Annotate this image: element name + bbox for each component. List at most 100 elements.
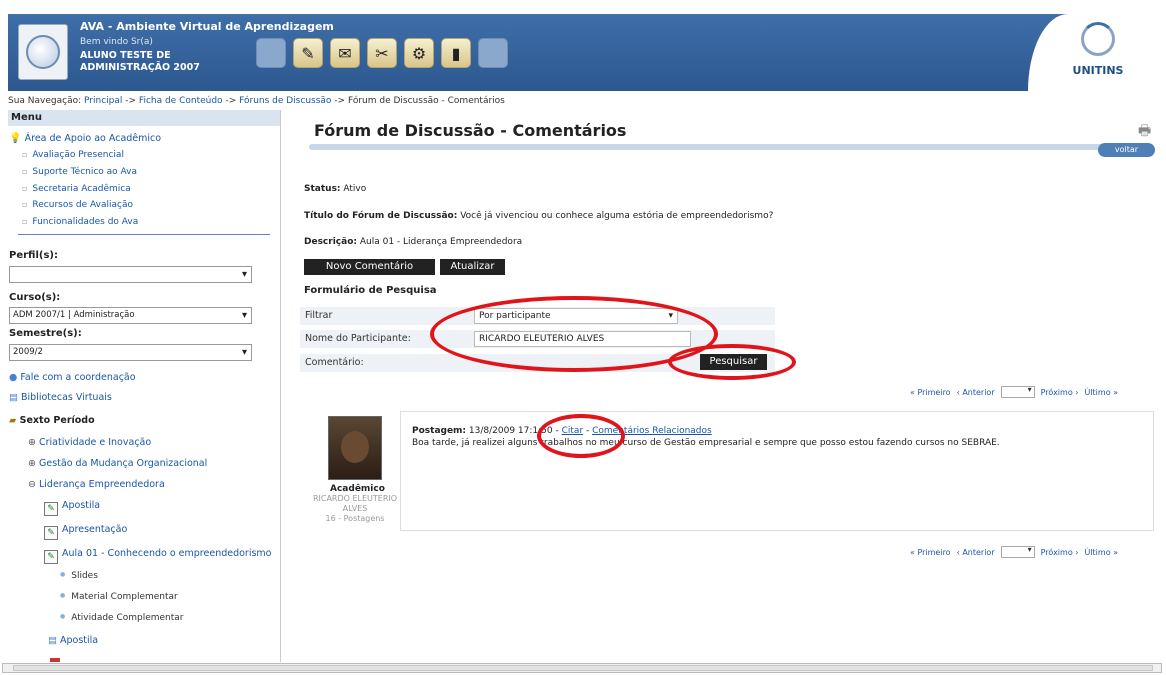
- breadcrumb-item-ficha[interactable]: Ficha de Conteúdo: [139, 96, 223, 106]
- breadcrumb-item-principal[interactable]: Principal: [84, 96, 122, 106]
- item-label: Apresentação: [62, 524, 128, 535]
- post-text: Boa tarde, já realizei alguns trabalhos …: [412, 438, 1000, 448]
- item-aula-01[interactable]: ✎ Aula 01 - Conhecendo o empreendedorismo: [44, 548, 272, 564]
- pager-anterior[interactable]: ‹ Anterior: [957, 388, 995, 397]
- forum-title-label: Título do Fórum de Discussão:: [304, 211, 458, 221]
- bibliotecas-link[interactable]: ▤ Bibliotecas Virtuais: [9, 392, 112, 403]
- fale-label: Fale com a coordenação: [20, 372, 136, 383]
- breadcrumb: Sua Navegação: Principal -> Ficha de Con…: [8, 96, 505, 106]
- post-role: Acadêmico: [330, 484, 385, 494]
- pager-ultimo[interactable]: Último »: [1084, 388, 1118, 397]
- post-label: Postagem:: [412, 426, 467, 436]
- semestre-select[interactable]: 2009/2: [9, 344, 252, 361]
- curso-select[interactable]: ADM 2007/1 | Administração: [9, 307, 252, 324]
- item-apostila-2[interactable]: ▤ Apostila: [48, 635, 98, 646]
- bibliotecas-label: Bibliotecas Virtuais: [21, 392, 112, 403]
- pager-page-select[interactable]: [1000, 545, 1035, 558]
- novo-comentario-button[interactable]: Novo Comentário: [304, 259, 435, 275]
- disciplina-label: Criatividade e Inovação: [39, 437, 152, 448]
- sidebar-item-avaliacao[interactable]: Avaliação Presencial: [22, 150, 124, 160]
- perfil-select[interactable]: [9, 266, 252, 283]
- pager-anterior[interactable]: ‹ Anterior: [957, 548, 995, 557]
- menu-title: Menu: [8, 110, 280, 126]
- aula-item-material[interactable]: Material Complementar: [60, 592, 177, 602]
- periodo-heading: ▰ Sexto Período: [9, 415, 95, 426]
- item-apostila[interactable]: ✎ Apostila: [44, 500, 100, 516]
- sidebar-item-secretaria[interactable]: Secretaria Acadêmica: [22, 184, 130, 194]
- perfil-label: Perfil(s):: [9, 250, 58, 261]
- breadcrumb-prefix: Sua Navegação:: [8, 96, 82, 106]
- status-line: Status: Ativo: [304, 184, 366, 194]
- sidebar: Menu 💡 Área de Apoio ao Acadêmico Avalia…: [8, 110, 281, 662]
- aula-item-atividade[interactable]: Atividade Complementar: [60, 613, 183, 623]
- book-icon[interactable]: ▮: [441, 38, 471, 68]
- atualizar-button[interactable]: Atualizar: [440, 259, 505, 275]
- horizontal-scrollbar[interactable]: [2, 663, 1162, 673]
- print-icon[interactable]: 🖶: [1138, 120, 1151, 144]
- app-header: AVA - Ambiente Virtual de Aprendizagem B…: [8, 14, 1158, 91]
- descricao-line: Descrição: Aula 01 - Liderança Empreende…: [304, 237, 522, 247]
- breadcrumb-separator: ->: [334, 96, 346, 106]
- highlight-oval-datetime: [537, 414, 625, 458]
- user-name: ALUNO TESTE DE ADMINISTRAÇÃO 2007: [80, 50, 200, 73]
- pager-bottom: « Primeiro ‹ Anterior Próximo › Último »: [910, 545, 1118, 558]
- item-label: Apostila: [62, 500, 101, 511]
- voltar-button[interactable]: voltar: [1098, 143, 1155, 157]
- highlight-oval-pesquisar: [668, 344, 796, 380]
- breadcrumb-separator: ->: [225, 96, 237, 106]
- pdf-icon: [50, 658, 60, 662]
- expand-plus-icon: ⊕: [28, 437, 36, 448]
- note-icon[interactable]: ✎: [293, 38, 323, 68]
- pager-ultimo[interactable]: Último »: [1084, 548, 1118, 557]
- semestre-label: Semestre(s):: [9, 328, 82, 339]
- pager-primeiro[interactable]: « Primeiro: [910, 388, 951, 397]
- unitins-logo-text: UNITINS: [1072, 64, 1124, 77]
- pager-proximo[interactable]: Próximo ›: [1041, 548, 1079, 557]
- globe-icon: [26, 35, 60, 69]
- blank-slot-icon: [256, 38, 286, 68]
- sidebar-item-recursos[interactable]: Recursos de Avaliação: [22, 200, 133, 210]
- comentario-label: Comentário:: [305, 357, 364, 368]
- page-title: Fórum de Discussão - Comentários: [314, 121, 627, 140]
- disciplina-gestao[interactable]: ⊕ Gestão da Mudança Organizacional: [28, 458, 207, 469]
- disciplina-label: Liderança Empreendedora: [39, 479, 165, 490]
- document-edit-icon: ✎: [44, 502, 58, 516]
- post-author-block: RICARDO ELEUTERIO ALVES 16 - Postagens: [305, 494, 405, 524]
- item-apresentacao[interactable]: ✎ Apresentação: [44, 524, 127, 540]
- pager-page-select[interactable]: [1000, 385, 1035, 398]
- title-underline: [309, 144, 1153, 150]
- disciplina-criatividade[interactable]: ⊕ Criatividade e Inovação: [28, 437, 151, 448]
- nome-label: Nome do Participante:: [305, 333, 411, 344]
- sidebar-item-suporte[interactable]: Suporte Técnico ao Ava: [22, 167, 137, 177]
- fale-coordenacao-link[interactable]: ● Fale com a coordenação: [9, 372, 136, 383]
- descricao-value: Aula 01 - Liderança Empreendedora: [359, 237, 523, 247]
- breadcrumb-separator: ->: [125, 96, 137, 106]
- aula-item-slides[interactable]: Slides: [60, 571, 98, 581]
- item-label: Aula 01 - Conhecendo o empreendedorismo: [62, 548, 272, 559]
- disciplina-lideranca[interactable]: ⊖ Liderança Empreendedora: [28, 479, 165, 490]
- lightbulb-icon: 💡: [9, 133, 22, 144]
- disciplina-label: Gestão da Mudança Organizacional: [39, 458, 208, 469]
- filtrar-label: Filtrar: [305, 310, 333, 321]
- scrollbar-thumb[interactable]: [13, 665, 1153, 671]
- sidebar-item-funcionalidades[interactable]: Funcionalidades do Ava: [22, 217, 138, 227]
- pager-primeiro[interactable]: « Primeiro: [910, 548, 951, 557]
- settings-icon[interactable]: ⚙: [404, 38, 434, 68]
- breadcrumb-item-foruns[interactable]: Fóruns de Discussão: [239, 96, 331, 106]
- collapse-minus-icon: ⊖: [28, 479, 36, 490]
- status-value: Ativo: [343, 184, 367, 194]
- folder-icon: ▰: [9, 415, 17, 426]
- divider: [18, 234, 270, 235]
- tools-icon[interactable]: ✂: [367, 38, 397, 68]
- app-title: AVA - Ambiente Virtual de Aprendizagem: [80, 20, 334, 33]
- curso-label: Curso(s):: [9, 292, 61, 303]
- pager-proximo[interactable]: Próximo ›: [1041, 388, 1079, 397]
- swirl-icon: [1081, 22, 1115, 56]
- expand-plus-icon: ⊕: [28, 458, 36, 469]
- forum-title-value: Você já vivenciou ou conhece alguma estó…: [460, 211, 774, 221]
- toolbar: ✎ ✉ ✂ ⚙ ▮: [256, 38, 508, 68]
- support-area-link[interactable]: 💡 Área de Apoio ao Acadêmico: [9, 133, 161, 144]
- descricao-label: Descrição:: [304, 237, 357, 247]
- mail-icon[interactable]: ✉: [330, 38, 360, 68]
- book-icon: ▤: [48, 635, 57, 646]
